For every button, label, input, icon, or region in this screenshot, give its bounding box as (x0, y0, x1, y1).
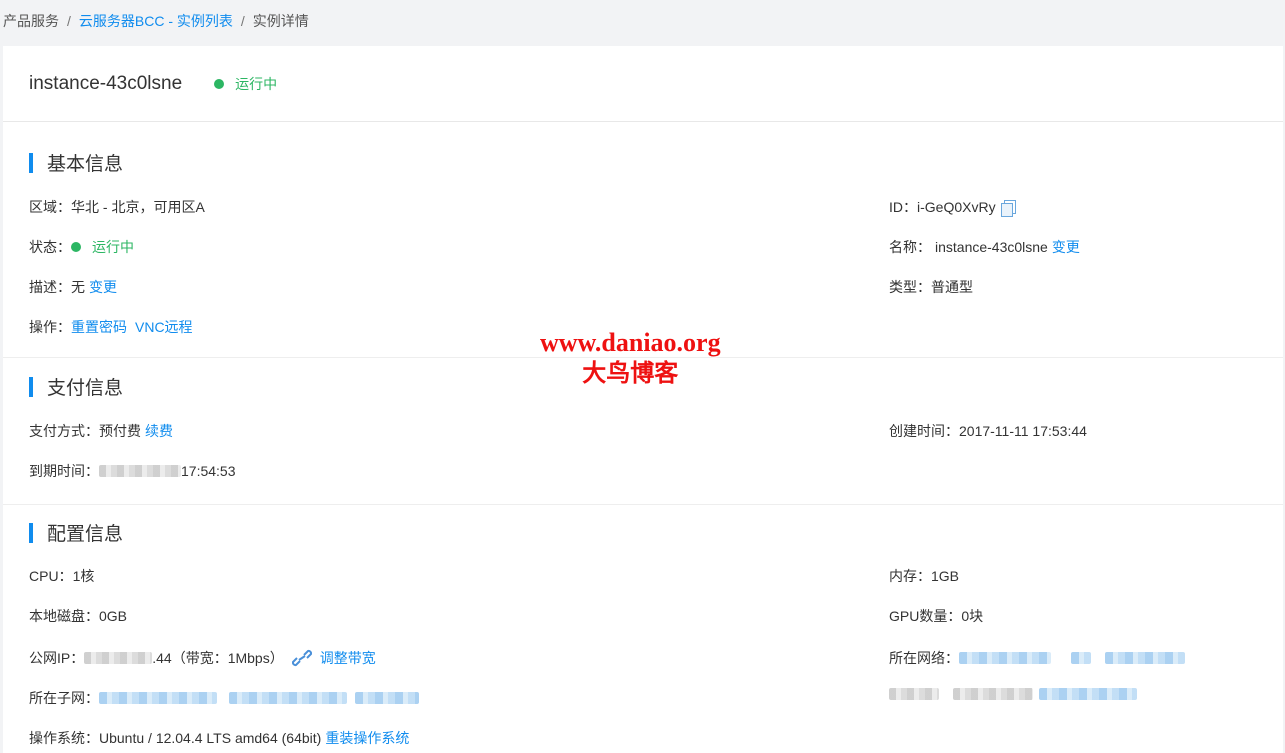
bandwidth-value: （带宽：1Mbps） (171, 650, 284, 666)
adjust-bandwidth-link[interactable]: 调整带宽 (320, 648, 376, 668)
section-title-text: 配置信息 (47, 524, 124, 545)
cpu-row: CPU： 1核 (29, 566, 94, 586)
desc-label: 描述： (29, 279, 71, 295)
public-ip-label: 公网IP： (29, 650, 85, 666)
type-row: 类型： 普通型 (889, 277, 973, 297)
ops-label: 操作： (29, 319, 71, 335)
memory-label: 内存： (889, 568, 931, 584)
redacted-subnet (99, 692, 217, 704)
type-value: 普通型 (931, 279, 973, 295)
section-title-text: 基本信息 (47, 154, 124, 175)
desc-row: 描述： 无 变更 (29, 277, 117, 297)
expire-time-row: 到期时间： 17:54:53 (29, 461, 236, 481)
os-row: 操作系统： Ubuntu / 12.04.4 LTS amd64 (64bit)… (29, 728, 409, 748)
state-value: 运行中 (92, 239, 134, 255)
status-dot-icon (71, 242, 81, 252)
redacted-network (889, 688, 939, 700)
basic-info-title: 基本信息 (29, 149, 123, 176)
id-row: ID： i-GeQ0XvRy (889, 197, 1016, 217)
os-value: Ubuntu / 12.04.4 LTS amd64 (64bit) (99, 730, 322, 746)
payment-info-section: 支付信息 支付方式： 预付费 续费 创建时间： 2017-11-11 17:53… (3, 358, 1283, 505)
section-bar (29, 152, 33, 173)
payment-method-row: 支付方式： 预付费 续费 (29, 421, 173, 441)
name-label: 名称： (889, 239, 931, 255)
status-dot-icon (214, 78, 225, 89)
renew-link[interactable]: 续费 (145, 421, 173, 441)
disk-value: 0GB (99, 608, 128, 624)
expire-time-label: 到期时间： (29, 463, 99, 479)
breadcrumb-separator: / (240, 13, 245, 29)
config-info-title: 配置信息 (29, 519, 123, 546)
redacted-network (1105, 652, 1185, 664)
redacted-ip (84, 652, 153, 664)
expire-time-value: 17:54:53 (181, 463, 236, 479)
redacted-network (1039, 688, 1137, 700)
redacted-subnet (229, 692, 347, 704)
change-desc-link[interactable]: 变更 (89, 277, 117, 297)
created-time-label: 创建时间： (889, 423, 959, 439)
section-bar (29, 522, 33, 543)
instance-header: instance-43c0lsne 运行中 (3, 46, 1283, 122)
gpu-label: GPU数量： (889, 608, 962, 624)
redacted-network (1071, 652, 1091, 664)
change-name-link[interactable]: 变更 (1052, 237, 1080, 257)
memory-row: 内存： 1GB (889, 566, 959, 586)
breadcrumb-products[interactable]: 产品服务 (3, 11, 59, 31)
redacted-subnet (355, 692, 419, 704)
gpu-row: GPU数量： 0块 (889, 606, 983, 626)
redacted-network (959, 652, 1051, 664)
breadcrumb: 产品服务 / 云服务器BCC - 实例列表 / 实例详情 (0, 0, 1285, 42)
config-info-section: 配置信息 CPU： 1核 内存： 1GB 本地磁盘： 0GB GPU数量： 0块… (3, 505, 1283, 753)
section-bar (29, 376, 33, 397)
region-label: 区域： (29, 199, 71, 215)
desc-value: 无 (71, 279, 85, 295)
breadcrumb-instance-detail: 实例详情 (252, 13, 309, 29)
region-value: 华北 - 北京，可用区A (71, 199, 205, 215)
gpu-value: 0块 (961, 608, 984, 624)
public-ip-value: .44 (152, 650, 172, 666)
payment-info-title: 支付信息 (29, 373, 123, 400)
status-text: 运行中 (235, 75, 278, 92)
ops-row: 操作： 重置密码 VNC远程 (29, 317, 193, 337)
link-icon[interactable] (291, 649, 312, 667)
region-row: 区域： 华北 - 北京，可用区A (29, 197, 205, 217)
os-label: 操作系统： (29, 730, 99, 746)
memory-value: 1GB (931, 568, 960, 584)
state-row: 状态： 运行中 (29, 237, 134, 257)
page-title: instance-43c0lsne (29, 72, 183, 94)
breadcrumb-bcc-instance-list[interactable]: 云服务器BCC - 实例列表 (79, 11, 233, 31)
subnet-row: 所在子网： (29, 688, 419, 708)
network-row-2 (889, 688, 1137, 700)
payment-method-label: 支付方式： (29, 423, 99, 439)
subnet-label: 所在子网： (29, 690, 99, 706)
public-ip-row: 公网IP： .44 （带宽：1Mbps） 调整带宽 (29, 648, 376, 668)
state-badge: 运行中 (71, 237, 134, 257)
copy-icon[interactable] (1000, 199, 1016, 217)
name-row: 名称： instance-43c0lsne 变更 (889, 237, 1080, 257)
vnc-remote-link[interactable]: VNC远程 (135, 317, 193, 337)
state-label: 状态： (29, 239, 71, 255)
reset-password-link[interactable]: 重置密码 (71, 317, 127, 337)
cpu-label: CPU： (29, 568, 73, 584)
type-label: 类型： (889, 279, 931, 295)
reinstall-os-link[interactable]: 重装操作系统 (325, 728, 409, 748)
id-label: ID： (889, 199, 917, 215)
payment-method-value: 预付费 (99, 423, 141, 439)
breadcrumb-separator: / (67, 13, 71, 29)
disk-row: 本地磁盘： 0GB (29, 606, 127, 626)
network-row: 所在网络： (889, 648, 1185, 668)
created-time-value: 2017-11-11 17:53:44 (959, 423, 1087, 439)
id-value: i-GeQ0XvRy (917, 199, 996, 215)
disk-label: 本地磁盘： (29, 608, 99, 624)
status-badge: 运行中 (214, 74, 277, 94)
redacted-date (99, 465, 181, 477)
network-label: 所在网络： (889, 650, 959, 666)
section-title-text: 支付信息 (47, 378, 124, 399)
name-value: instance-43c0lsne (935, 239, 1048, 255)
basic-info-section: 基本信息 区域： 华北 - 北京，可用区A ID： i-GeQ0XvRy 状态：… (3, 122, 1283, 358)
created-time-row: 创建时间： 2017-11-11 17:53:44 (889, 421, 1087, 441)
cpu-value: 1核 (72, 568, 95, 584)
instance-detail-panel: instance-43c0lsne 运行中 基本信息 区域： 华北 - 北京，可… (3, 46, 1283, 753)
redacted-network (953, 688, 1033, 700)
